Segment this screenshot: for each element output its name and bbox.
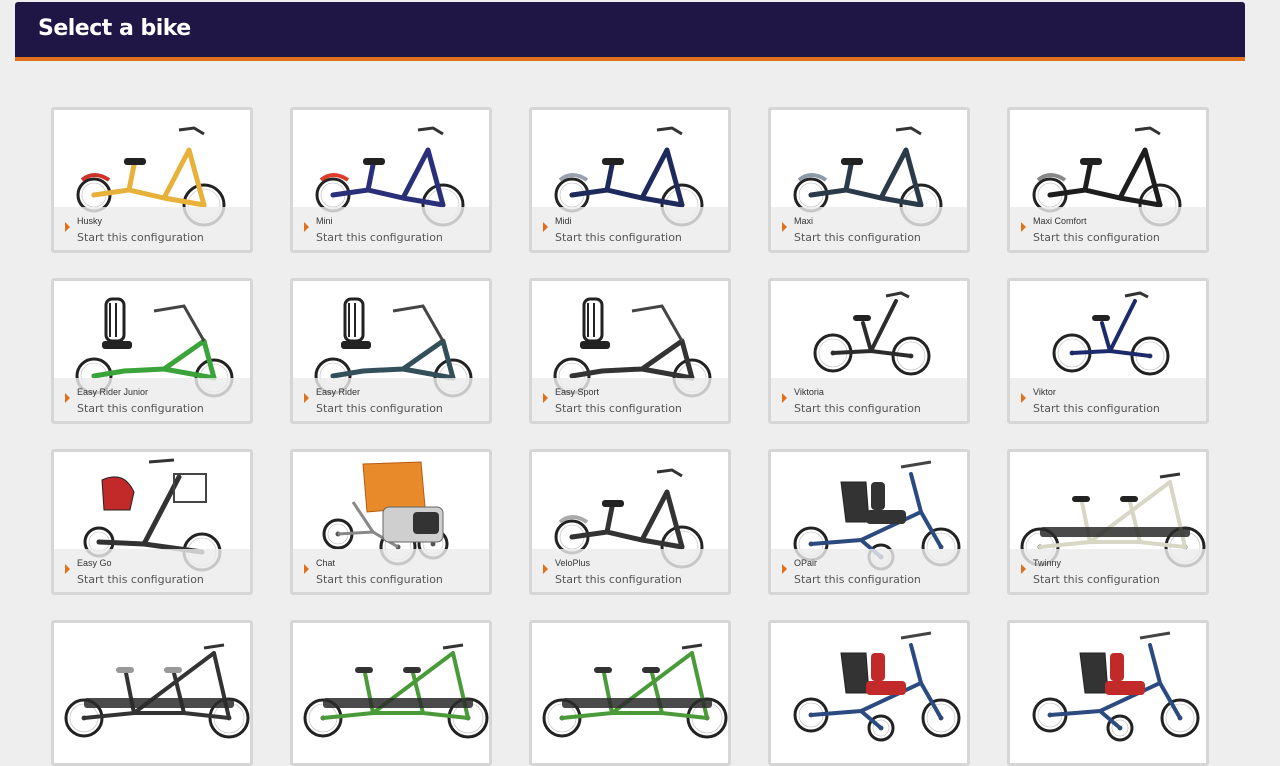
- bike-card[interactable]: Easy Go Start this configuration: [51, 449, 253, 595]
- bike-name: Maxi Comfort: [1033, 216, 1087, 226]
- bike-card[interactable]: Easy Sport Start this configuration: [529, 278, 731, 424]
- arrow-right-icon: [65, 564, 70, 574]
- start-configuration-link[interactable]: Start this configuration: [77, 231, 204, 244]
- arrow-right-icon: [65, 393, 70, 403]
- bike-card-caption: Maxi Start this configuration: [771, 207, 967, 250]
- bike-card-caption: Maxi Comfort Start this configuration: [1010, 207, 1206, 250]
- bike-card-caption: Viktoria Start this configuration: [771, 378, 967, 421]
- bike-card-caption: Twinny Start this configuration: [1010, 549, 1206, 592]
- bike-card[interactable]: Chat Start this configuration: [290, 449, 492, 595]
- bike-card-caption: VeloPlus Start this configuration: [532, 549, 728, 592]
- start-configuration-link[interactable]: Start this configuration: [555, 573, 682, 586]
- bike-card[interactable]: Easy Rider Junior Start this configuratio…: [51, 278, 253, 424]
- start-configuration-link[interactable]: Start this configuration: [316, 573, 443, 586]
- bike-card[interactable]: [1007, 620, 1209, 766]
- bike-card-caption: Chat Start this configuration: [293, 549, 489, 592]
- bike-card-caption: Easy Go Start this configuration: [54, 549, 250, 592]
- arrow-right-icon: [782, 222, 787, 232]
- arrow-right-icon: [304, 393, 309, 403]
- bike-name: Easy Sport: [555, 387, 600, 397]
- start-configuration-link[interactable]: Start this configuration: [555, 231, 682, 244]
- bike-name: Midi: [555, 216, 572, 226]
- bike-card[interactable]: Easy Rider Start this configuration: [290, 278, 492, 424]
- start-configuration-link[interactable]: Start this configuration: [555, 402, 682, 415]
- arrow-right-icon: [782, 564, 787, 574]
- bike-card-caption: OPair Start this configuration: [771, 549, 967, 592]
- bike-name: Twinny: [1033, 558, 1062, 568]
- bike-card[interactable]: Viktor Start this configuration: [1007, 278, 1209, 424]
- bike-name: Husky: [77, 216, 103, 226]
- bike-card-caption: Easy Rider Start this configuration: [293, 378, 489, 421]
- bike-image: [542, 643, 728, 739]
- bike-image: [1032, 631, 1200, 742]
- bike-name: Viktoria: [794, 387, 824, 397]
- arrow-right-icon: [543, 564, 548, 574]
- start-configuration-link[interactable]: Start this configuration: [794, 573, 921, 586]
- bike-card-caption: Midi Start this configuration: [532, 207, 728, 250]
- start-configuration-link[interactable]: Start this configuration: [77, 573, 204, 586]
- arrow-right-icon: [1021, 393, 1026, 403]
- arrow-right-icon: [304, 564, 309, 574]
- bike-card-caption: Viktor Start this configuration: [1010, 378, 1206, 421]
- bike-card-caption: Easy Rider Junior Start this configuratio…: [54, 378, 250, 421]
- bike-image: [793, 631, 961, 742]
- bike-name: Chat: [316, 558, 336, 568]
- bike-name: OPair: [794, 558, 818, 568]
- arrow-right-icon: [543, 222, 548, 232]
- arrow-right-icon: [543, 393, 548, 403]
- bike-card[interactable]: [529, 620, 731, 766]
- arrow-right-icon: [65, 222, 70, 232]
- bike-grid: Husky Start this configuration Mini Start t…: [51, 107, 1211, 766]
- page-title: Select a bike: [38, 16, 191, 41]
- bike-card-caption: Husky Start this configuration: [54, 207, 250, 250]
- bike-card-caption: Easy Sport Start this configuration: [532, 378, 728, 421]
- arrow-right-icon: [1021, 564, 1026, 574]
- bike-card[interactable]: Maxi Comfort Start this configuration: [1007, 107, 1209, 253]
- bike-name: Easy Rider Junior: [77, 387, 149, 397]
- bike-card[interactable]: Maxi Start this configuration: [768, 107, 970, 253]
- bike-image: [303, 643, 489, 739]
- bike-card[interactable]: VeloPlus Start this configuration: [529, 449, 731, 595]
- bike-card[interactable]: Twinny Start this configuration: [1007, 449, 1209, 595]
- bike-name: Viktor: [1033, 387, 1056, 397]
- arrow-right-icon: [1021, 222, 1026, 232]
- bike-name: Easy Go: [77, 558, 112, 568]
- start-configuration-link[interactable]: Start this configuration: [316, 231, 443, 244]
- bike-name: Maxi: [794, 216, 814, 226]
- bike-card[interactable]: Midi Start this configuration: [529, 107, 731, 253]
- bike-name: VeloPlus: [555, 558, 591, 568]
- bike-image: [64, 643, 250, 739]
- bike-name: Easy Rider: [316, 387, 361, 397]
- arrow-right-icon: [782, 393, 787, 403]
- bike-card[interactable]: OPair Start this configuration: [768, 449, 970, 595]
- start-configuration-link[interactable]: Start this configuration: [77, 402, 204, 415]
- bike-card[interactable]: Mini Start this configuration: [290, 107, 492, 253]
- bike-card[interactable]: [51, 620, 253, 766]
- bike-card[interactable]: [768, 620, 970, 766]
- page-header: Select a bike: [15, 2, 1245, 61]
- start-configuration-link[interactable]: Start this configuration: [1033, 573, 1160, 586]
- start-configuration-link[interactable]: Start this configuration: [794, 402, 921, 415]
- start-configuration-link[interactable]: Start this configuration: [794, 231, 921, 244]
- arrow-right-icon: [304, 222, 309, 232]
- start-configuration-link[interactable]: Start this configuration: [1033, 231, 1160, 244]
- bike-card[interactable]: Viktoria Start this configuration: [768, 278, 970, 424]
- start-configuration-link[interactable]: Start this configuration: [316, 402, 443, 415]
- bike-card-caption: Mini Start this configuration: [293, 207, 489, 250]
- bike-name: Mini: [316, 216, 333, 226]
- start-configuration-link[interactable]: Start this configuration: [1033, 402, 1160, 415]
- bike-card[interactable]: Husky Start this configuration: [51, 107, 253, 253]
- bike-card[interactable]: [290, 620, 492, 766]
